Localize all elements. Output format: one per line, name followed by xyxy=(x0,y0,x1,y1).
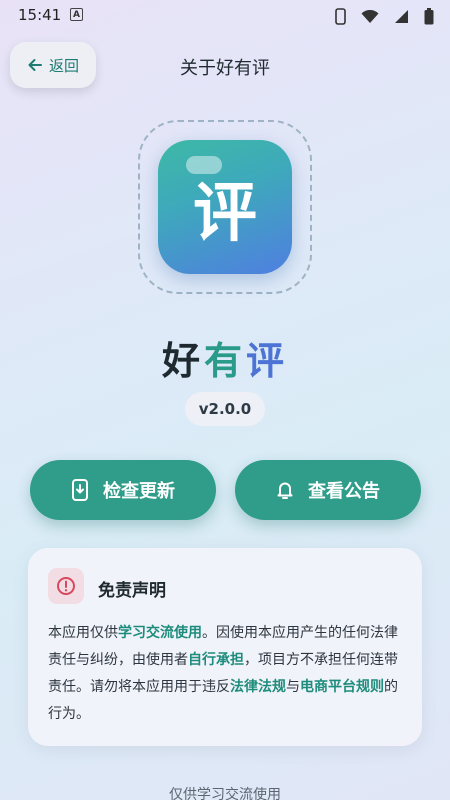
disclaimer-seg: 与 xyxy=(286,679,300,695)
status-bar: 15:41 A xyxy=(0,0,450,30)
version-badge: v2.0.0 xyxy=(185,392,265,426)
footer-text: 仅供学习交流使用 xyxy=(169,787,281,800)
download-phone-icon xyxy=(72,479,88,501)
about-page: 15:41 A 返回 关于好有评 评 好有评 v2.0.0 检查更新 查看公告 … xyxy=(0,0,450,800)
view-notice-label: 查看公告 xyxy=(308,481,380,502)
app-logo: 评 xyxy=(158,140,292,274)
app-name: 好有评 xyxy=(0,330,450,385)
status-icons xyxy=(325,6,434,25)
app-name-part-1: 好 xyxy=(161,339,204,383)
disclaimer-card: 免责声明 本应用仅供学习交流使用。因使用本应用产生的任何法律责任与纠纷，由使用者… xyxy=(28,548,422,746)
disclaimer-highlight: 电商平台规则 xyxy=(300,679,384,695)
wifi-icon xyxy=(361,9,379,23)
disclaimer-seg: 本应用仅供 xyxy=(48,625,118,641)
disclaimer-highlight: 法律法规 xyxy=(230,679,286,695)
signal-icon xyxy=(394,10,408,23)
check-update-button[interactable]: 检查更新 xyxy=(30,460,216,520)
disclaimer-title: 免责声明 xyxy=(98,581,166,601)
check-update-label: 检查更新 xyxy=(103,481,175,502)
info-icon xyxy=(57,577,75,595)
disclaimer-highlight: 学习交流使用 xyxy=(118,625,202,641)
info-badge xyxy=(48,568,84,604)
app-name-part-3: 评 xyxy=(246,339,289,383)
keyboard-icon: A xyxy=(70,8,83,21)
disclaimer-highlight: 自行承担 xyxy=(188,652,244,668)
phone-icon xyxy=(334,8,346,25)
status-time: 15:41 xyxy=(18,6,62,24)
bell-icon xyxy=(277,482,293,499)
battery-icon xyxy=(424,8,434,25)
app-name-part-2: 有 xyxy=(203,339,246,383)
disclaimer-text: 本应用仅供学习交流使用。因使用本应用产生的任何法律责任与纠纷，由使用者自行承担，… xyxy=(48,620,408,728)
page-title: 关于好有评 xyxy=(180,58,270,79)
logo-char: 评 xyxy=(193,177,257,251)
view-notice-button[interactable]: 查看公告 xyxy=(235,460,421,520)
